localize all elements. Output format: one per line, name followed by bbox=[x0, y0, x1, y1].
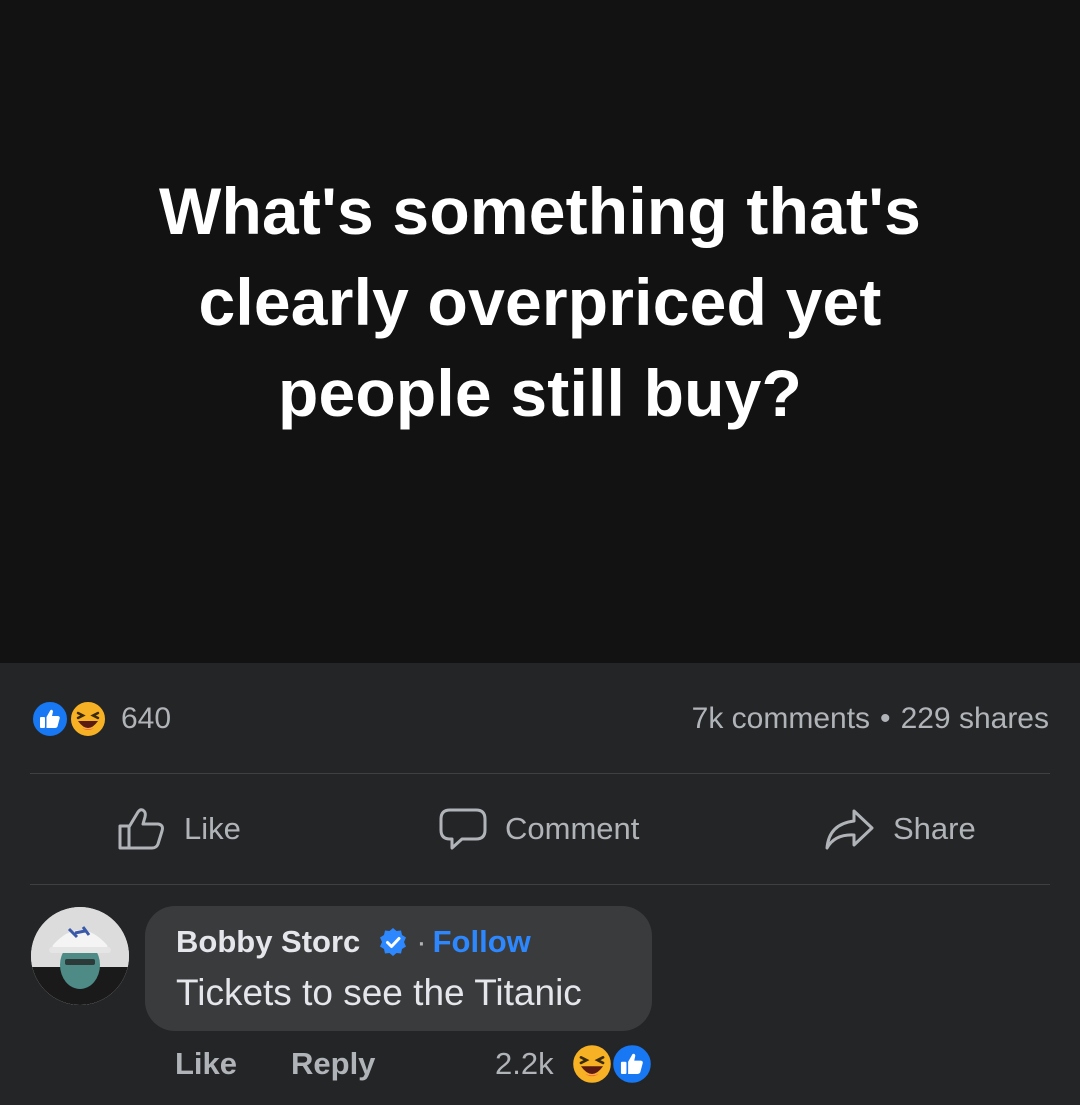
reaction-icons[interactable] bbox=[31, 700, 111, 738]
comment-reaction-icons[interactable] bbox=[571, 1043, 655, 1085]
comment-bubble-icon bbox=[439, 808, 487, 850]
like-icon bbox=[611, 1043, 653, 1085]
stats-separator: • bbox=[880, 702, 891, 735]
reaction-count[interactable]: 640 bbox=[121, 702, 171, 736]
post-text-image[interactable]: What's something that's clearly overpric… bbox=[0, 0, 1080, 663]
comment-author-row: Bobby Storc · Follow bbox=[176, 924, 531, 960]
comment-text: Tickets to see the Titanic bbox=[176, 972, 582, 1013]
comment-label: Comment bbox=[505, 811, 640, 846]
comment-bubble[interactable]: Bobby Storc · Follow Tickets to see the … bbox=[145, 906, 652, 1031]
comment-reply-button[interactable]: Reply bbox=[291, 1046, 375, 1090]
haha-icon bbox=[571, 1043, 613, 1085]
comment-reaction-count[interactable]: 2.2k bbox=[495, 1046, 554, 1082]
post-text: What's something that's clearly overpric… bbox=[158, 174, 922, 430]
share-arrow-icon bbox=[825, 809, 874, 850]
thumbs-up-icon bbox=[118, 808, 164, 850]
verified-badge-icon bbox=[380, 928, 407, 956]
share-label: Share bbox=[893, 811, 976, 846]
shares-count[interactable]: 229 shares bbox=[901, 702, 1049, 735]
share-button[interactable]: Share bbox=[823, 774, 976, 884]
comment-button[interactable]: Comment bbox=[437, 774, 639, 884]
author-separator: · bbox=[416, 924, 427, 959]
avatar-image bbox=[31, 907, 129, 1005]
like-label: Like bbox=[184, 811, 241, 846]
like-button[interactable]: Like bbox=[116, 774, 241, 884]
comment-author[interactable]: Bobby Storc bbox=[176, 924, 360, 960]
avatar[interactable] bbox=[31, 907, 129, 1005]
haha-icon bbox=[69, 700, 107, 738]
follow-button[interactable]: Follow bbox=[433, 924, 531, 960]
post-action-bar: Like Comment Share bbox=[0, 774, 1080, 884]
divider bbox=[30, 884, 1050, 885]
reaction-summary: 640 7k comments • 229 shares bbox=[0, 663, 1080, 773]
engagement-stats: 7k comments • 229 shares bbox=[692, 702, 1049, 736]
facebook-post: What's something that's clearly overpric… bbox=[0, 0, 1080, 1105]
like-icon bbox=[31, 700, 69, 738]
comment-like-button[interactable]: Like bbox=[175, 1046, 237, 1090]
comments-count[interactable]: 7k comments bbox=[692, 702, 870, 735]
